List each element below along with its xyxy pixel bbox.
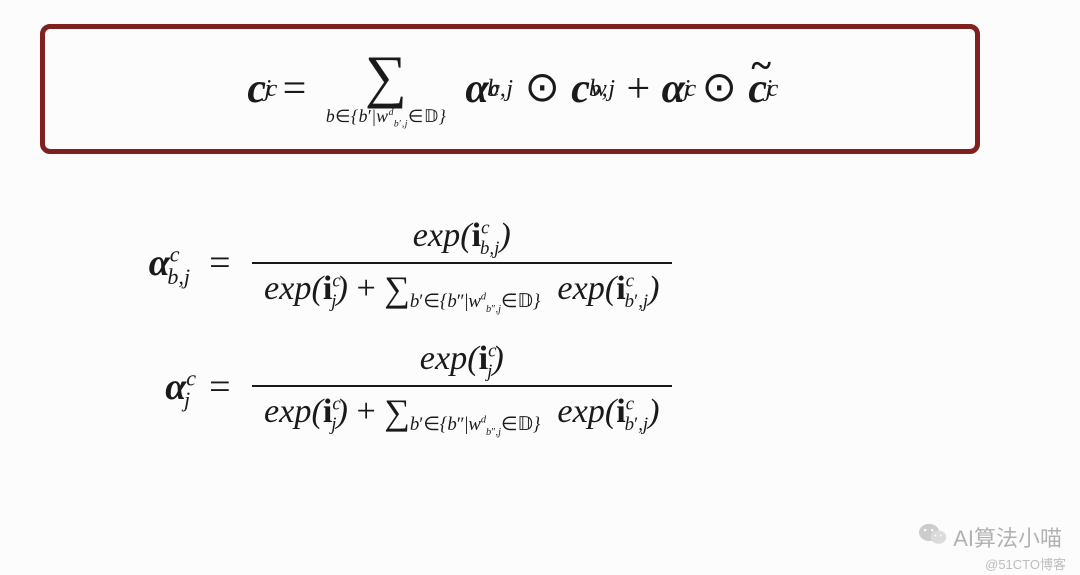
highlight-box: ccj = ∑ b∈{b′|wdb′,j∈𝔻} αcb,j ⊙ cwb,j + … bbox=[40, 24, 980, 154]
equation-figure: ccj = ∑ b∈{b′|wdb′,j∈𝔻} αcb,j ⊙ cwb,j + … bbox=[0, 0, 1080, 575]
equation-c-j-c: ccj = ∑ b∈{b′|wdb′,j∈𝔻} αcb,j ⊙ cwb,j + … bbox=[247, 48, 772, 130]
watermark: AI算法小喵 bbox=[919, 521, 1062, 553]
equation-alpha-j: αcj = exp(icj) exp(icj) + ∑b′∈{b″|wdb″,j… bbox=[90, 338, 990, 439]
plus-sign: + bbox=[626, 65, 650, 113]
sigma-glyph: ∑ bbox=[365, 48, 407, 107]
denominator-alpha-bj: exp(icj) + ∑b′∈{b″|wdb″,j∈𝔻} exp(icb′,j) bbox=[252, 264, 672, 317]
credit-text: @51CTO博客 bbox=[985, 554, 1066, 573]
softmax-equations: αcb,j = exp(icb,j) exp(icj) + ∑b′∈{b″|wd… bbox=[90, 215, 990, 462]
numerator-alpha-bj: exp(icb,j) bbox=[401, 215, 523, 262]
fraction-alpha-bj: exp(icb,j) exp(icj) + ∑b′∈{b″|wdb″,j∈𝔻} … bbox=[252, 215, 672, 316]
watermark-text: AI算法小喵 bbox=[953, 521, 1062, 553]
fraction-alpha-j: exp(icj) exp(icj) + ∑b′∈{b″|wdb″,j∈𝔻} ex… bbox=[252, 338, 672, 439]
wechat-icon bbox=[919, 522, 953, 552]
odot-1: ⊙ bbox=[525, 62, 561, 112]
summation: ∑ b∈{b′|wdb′,j∈𝔻} bbox=[326, 48, 447, 130]
equals-sign: = bbox=[283, 65, 307, 113]
numerator-alpha-j: exp(icj) bbox=[408, 338, 516, 385]
sum-limits: b∈{b′|wdb′,j∈𝔻} bbox=[326, 107, 447, 130]
equation-alpha-bj: αcb,j = exp(icb,j) exp(icj) + ∑b′∈{b″|wd… bbox=[90, 215, 990, 316]
odot-2: ⊙ bbox=[702, 62, 738, 112]
denominator-alpha-j: exp(icj) + ∑b′∈{b″|wdb″,j∈𝔻} exp(icb′,j) bbox=[252, 387, 672, 440]
